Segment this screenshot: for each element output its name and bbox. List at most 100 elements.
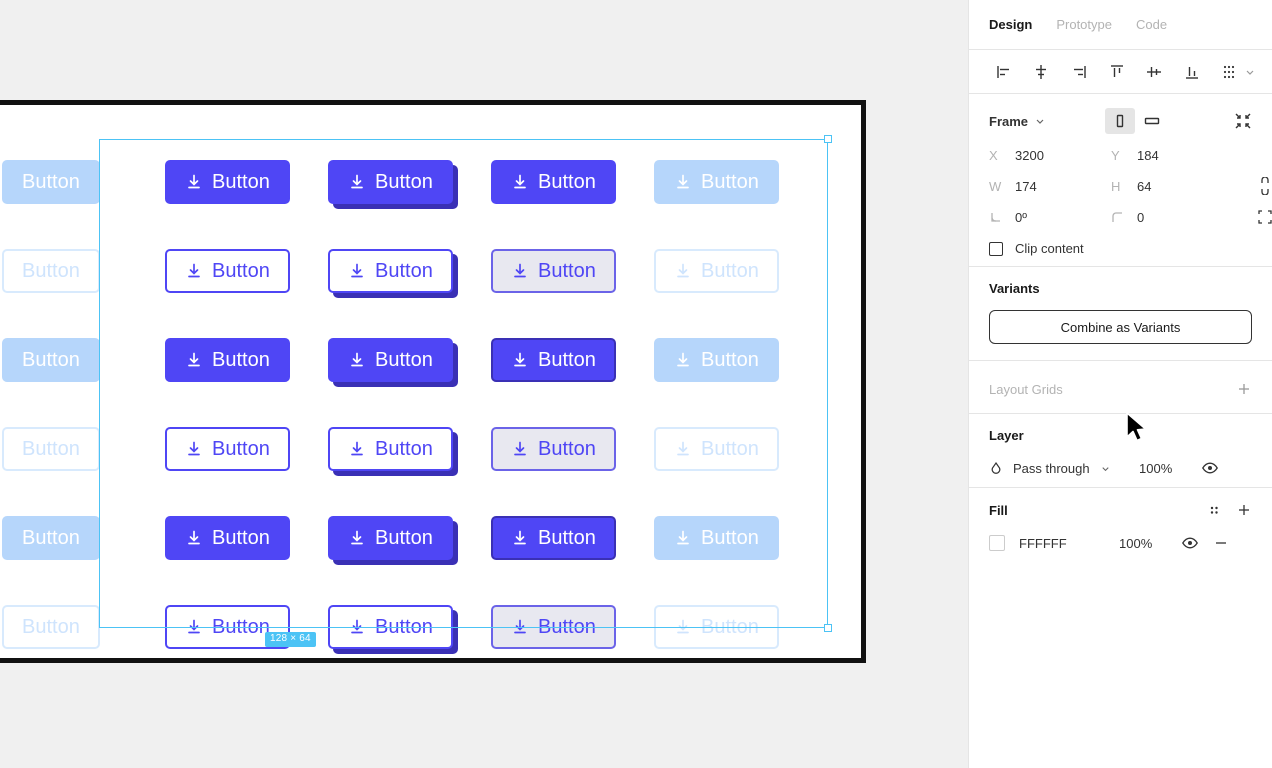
button-variant[interactable]: Button [2, 338, 100, 382]
grid-cell: Button [2, 582, 165, 671]
y-property[interactable]: Y 184 [1111, 148, 1233, 163]
layer-visibility-toggle[interactable] [1201, 459, 1219, 477]
button-variant[interactable]: Button [2, 249, 100, 293]
constrain-proportions-button[interactable] [1233, 177, 1272, 195]
button-label: Button [22, 261, 80, 281]
button-variant[interactable]: Button [328, 605, 453, 649]
grid-cell: Button [491, 582, 654, 671]
combine-as-variants-button[interactable]: Combine as Variants [989, 310, 1252, 344]
add-fill-button[interactable] [1236, 502, 1252, 518]
add-layout-grid-button[interactable] [1236, 381, 1252, 397]
download-icon [185, 618, 203, 636]
button-label: Button [212, 172, 270, 192]
button-variant[interactable]: Button [328, 160, 453, 204]
align-right-icon[interactable] [1060, 56, 1098, 88]
remove-fill-button[interactable] [1213, 535, 1229, 551]
fill-section: Fill FFFFF [969, 488, 1272, 562]
grid-cell: Button [654, 582, 817, 671]
orientation-portrait-button[interactable] [1105, 108, 1135, 134]
button-label: Button [538, 439, 596, 459]
button-variant[interactable]: Button [2, 427, 100, 471]
grid-cell: Button [328, 404, 491, 493]
fill-visibility-toggle[interactable] [1181, 534, 1199, 552]
design-panel: Design Prototype Code [968, 0, 1272, 768]
corner-radius-property[interactable]: 0 [1111, 210, 1233, 225]
width-property[interactable]: W 174 [989, 179, 1111, 194]
canvas[interactable]: Button Button Button Button Button Button Butt… [0, 0, 968, 768]
button-variant[interactable]: Button [165, 516, 290, 560]
tab-code[interactable]: Code [1136, 17, 1167, 32]
fill-styles-button[interactable] [1206, 502, 1222, 518]
align-horizontal-center-icon[interactable] [1023, 56, 1061, 88]
chevron-down-icon[interactable] [1244, 66, 1256, 78]
button-variant[interactable]: Button [654, 427, 779, 471]
align-left-icon[interactable] [985, 56, 1023, 88]
button-label: Button [701, 439, 759, 459]
grid-cell: Button [491, 226, 654, 315]
button-variant[interactable]: Button [654, 249, 779, 293]
fill-color-swatch[interactable] [989, 535, 1005, 551]
grid-cell: Button [328, 582, 491, 671]
resize-to-fit-button[interactable] [1226, 112, 1252, 130]
button-label: Button [375, 172, 433, 192]
button-variant[interactable]: Button [165, 338, 290, 382]
frame-type-selector[interactable]: Frame [989, 114, 1046, 129]
fill-opacity-value[interactable]: 100% [1119, 536, 1181, 551]
x-property[interactable]: X 3200 [989, 148, 1111, 163]
fill-hex-value[interactable]: FFFFFF [1019, 536, 1119, 551]
button-variant[interactable]: Button [491, 516, 616, 560]
blend-mode-value: Pass through [1013, 461, 1090, 476]
layer-title: Layer [989, 428, 1252, 443]
selection-size-badge: 128 × 64 [265, 632, 316, 647]
tab-design[interactable]: Design [989, 17, 1032, 32]
button-label: Button [701, 617, 759, 637]
button-variant[interactable]: Button [491, 338, 616, 382]
button-variant[interactable]: Button [491, 427, 616, 471]
button-variant[interactable]: Button [328, 427, 453, 471]
grid-cell: Button [165, 493, 328, 582]
download-icon [511, 529, 529, 547]
orientation-landscape-button[interactable] [1137, 108, 1167, 134]
button-variant[interactable]: Button [491, 160, 616, 204]
grid-cell: Button [2, 493, 165, 582]
button-variant[interactable]: Button [654, 605, 779, 649]
button-variant[interactable]: Button [654, 160, 779, 204]
button-variant[interactable]: Button [165, 249, 290, 293]
download-icon [511, 262, 529, 280]
grid-cell: Button [165, 226, 328, 315]
button-variant[interactable]: Button [328, 249, 453, 293]
height-property[interactable]: H 64 [1111, 179, 1233, 194]
button-label: Button [212, 261, 270, 281]
download-icon [185, 529, 203, 547]
clip-content-row[interactable]: Clip content [989, 241, 1252, 256]
frame-properties: X 3200 Y 184 W 174 H 64 [989, 148, 1252, 225]
align-vertical-center-icon[interactable] [1135, 56, 1173, 88]
rotation-property[interactable]: 0º [989, 210, 1111, 225]
tab-prototype[interactable]: Prototype [1056, 17, 1112, 32]
height-value: 64 [1137, 179, 1151, 194]
button-label: Button [701, 172, 759, 192]
button-variant[interactable]: Button [2, 160, 100, 204]
layer-opacity-value[interactable]: 100% [1139, 461, 1201, 476]
button-variant[interactable]: Button [328, 516, 453, 560]
figma-window: Button Button Button Button Button Button Butt… [0, 0, 1272, 768]
align-bottom-icon[interactable] [1173, 56, 1211, 88]
button-variant[interactable]: Button [2, 516, 100, 560]
button-variant[interactable]: Button [491, 249, 616, 293]
blend-mode-selector[interactable]: Pass through [989, 461, 1139, 476]
button-variant[interactable]: Button [654, 338, 779, 382]
component-frame[interactable]: Button Button Button Button Button Button Butt… [0, 100, 866, 663]
button-variant[interactable]: Button [2, 605, 100, 649]
distribute-icon[interactable] [1210, 56, 1248, 88]
clip-content-checkbox[interactable] [989, 242, 1003, 256]
button-variant[interactable]: Button [328, 338, 453, 382]
button-variant[interactable]: Button [165, 427, 290, 471]
independent-corners-button[interactable] [1233, 209, 1272, 225]
download-icon [511, 440, 529, 458]
button-variant[interactable]: Button [654, 516, 779, 560]
rotation-value: 0º [1015, 210, 1027, 225]
align-top-icon[interactable] [1098, 56, 1136, 88]
button-variant[interactable]: Button [491, 605, 616, 649]
button-variant[interactable]: Button [165, 160, 290, 204]
fill-header: Fill [989, 502, 1252, 518]
